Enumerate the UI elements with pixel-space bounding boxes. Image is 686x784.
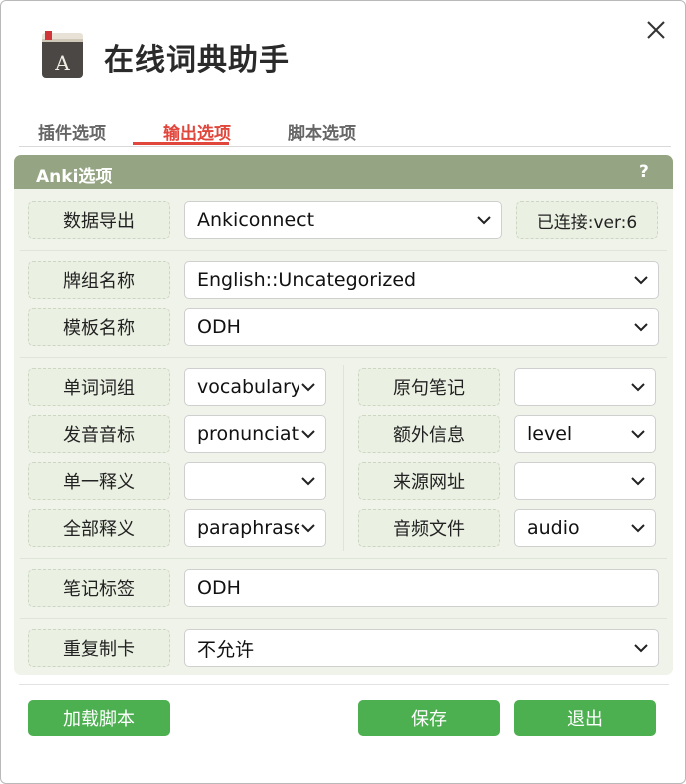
chevron-down-icon <box>634 276 648 285</box>
chevron-down-icon <box>301 383 315 392</box>
field-label-single-definition: 单一释义 <box>28 462 170 500</box>
duplicate-select[interactable]: 不允许 <box>184 629 659 667</box>
field-label-audio-file: 音频文件 <box>358 509 500 547</box>
tab-script-options[interactable]: 脚本选项 <box>288 119 356 147</box>
help-icon[interactable]: ? <box>639 162 649 182</box>
field-label-extra-info: 额外信息 <box>358 415 500 453</box>
anki-options-panel: Anki选项 ? 数据导出 Ankiconnect 已连接:ver:6 牌组名称… <box>14 155 673 675</box>
field-label-sentence-note: 原句笔记 <box>358 368 500 406</box>
chevron-down-icon <box>631 430 645 439</box>
field-label-source-url: 来源网址 <box>358 462 500 500</box>
model-select[interactable]: ODH <box>184 308 659 346</box>
tab-plugin-options[interactable]: 插件选项 <box>38 119 106 147</box>
footer-divider <box>19 684 669 685</box>
deck-select[interactable]: English::Uncategorized <box>184 261 659 299</box>
chevron-down-icon <box>634 323 648 332</box>
field-select-audio-file[interactable]: audio <box>514 509 656 547</box>
field-label-pronunciation: 发音音标 <box>28 415 170 453</box>
tags-input[interactable]: ODH <box>184 569 659 607</box>
app-title: 在线词典助手 <box>104 43 290 78</box>
panel-title: Anki选项 <box>36 167 113 187</box>
chevron-down-icon <box>631 383 645 392</box>
field-select-single-definition[interactable] <box>184 462 326 500</box>
field-select-sentence-note[interactable] <box>514 368 656 406</box>
chevron-down-icon <box>634 644 648 653</box>
model-label: 模板名称 <box>28 308 170 346</box>
load-script-button[interactable]: 加载脚本 <box>28 700 170 736</box>
chevron-down-icon <box>631 477 645 486</box>
field-select-source-url[interactable] <box>514 462 656 500</box>
save-button[interactable]: 保存 <box>358 700 500 736</box>
chevron-down-icon <box>477 216 491 225</box>
close-icon[interactable] <box>641 15 671 45</box>
field-label-vocabulary: 单词词组 <box>28 368 170 406</box>
export-label: 数据导出 <box>28 201 170 239</box>
active-tab-indicator <box>133 142 229 145</box>
field-label-all-definitions: 全部释义 <box>28 509 170 547</box>
duplicate-label: 重复制卡 <box>28 629 170 667</box>
divider <box>20 357 667 358</box>
connection-status: 已连接:ver:6 <box>516 201 658 239</box>
chevron-down-icon <box>301 430 315 439</box>
field-select-vocabulary[interactable]: vocabulary <box>184 368 326 406</box>
field-select-pronunciation[interactable]: pronunciation <box>184 415 326 453</box>
chevron-down-icon <box>301 524 315 533</box>
chevron-down-icon <box>631 524 645 533</box>
tags-label: 笔记标签 <box>28 569 170 607</box>
column-divider <box>343 365 344 551</box>
svg-text:A: A <box>54 51 70 75</box>
tab-bar: 插件选项 输出选项 脚本选项 <box>19 113 671 147</box>
divider <box>20 558 667 559</box>
deck-label: 牌组名称 <box>28 261 170 299</box>
chevron-down-icon <box>301 477 315 486</box>
field-select-extra-info[interactable]: level <box>514 415 656 453</box>
exit-button[interactable]: 退出 <box>514 700 656 736</box>
panel-header: Anki选项 ? <box>14 155 673 189</box>
field-select-all-definitions[interactable]: paraphrase <box>184 509 326 547</box>
divider <box>20 618 667 619</box>
dialog-window: A 在线词典助手 插件选项 输出选项 脚本选项 Anki选项 ? 数据导出 An… <box>0 0 686 784</box>
divider <box>20 250 667 251</box>
dictionary-book-icon: A <box>42 31 83 78</box>
export-select[interactable]: Ankiconnect <box>184 201 502 239</box>
